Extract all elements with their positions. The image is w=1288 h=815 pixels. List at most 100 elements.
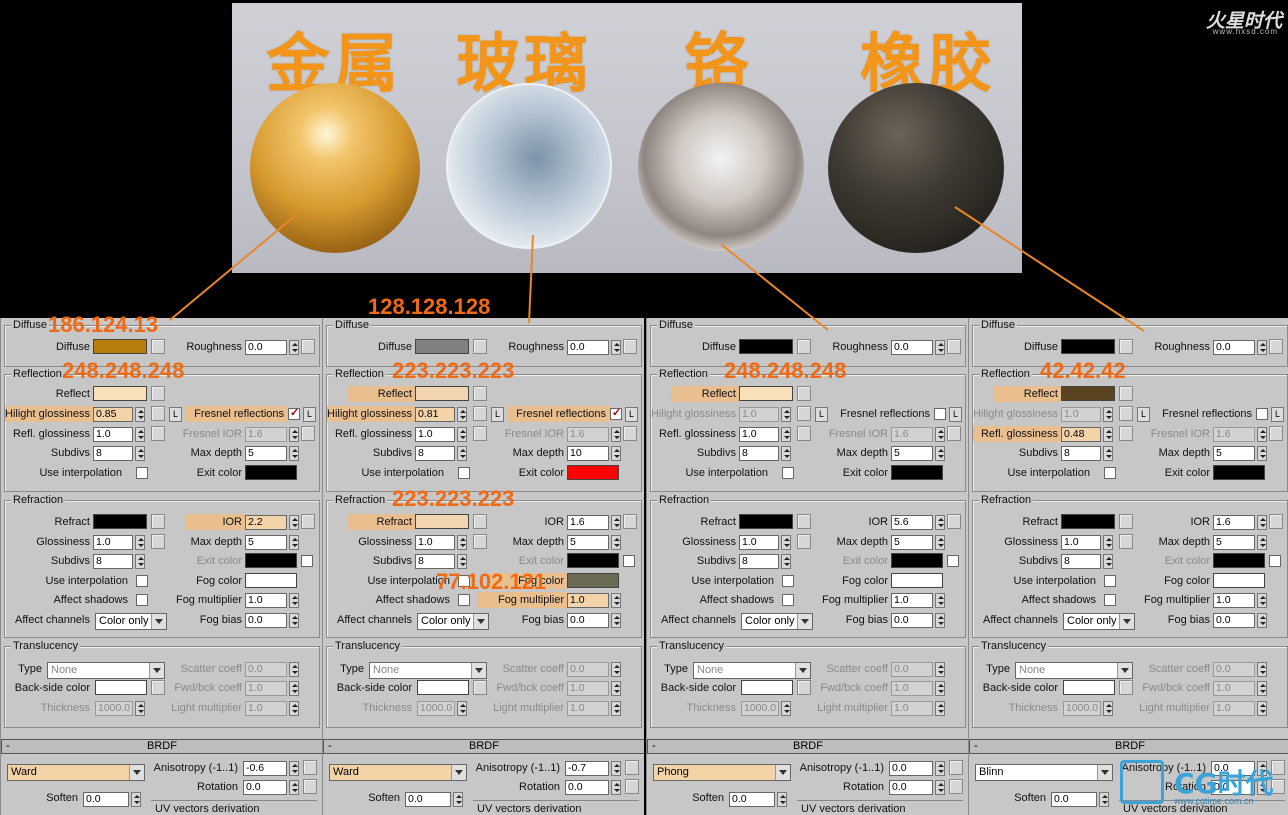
scatter-coeff-input-spinner-arrows[interactable]: [935, 662, 945, 677]
fog-bias-input-spinner-arrows[interactable]: [935, 613, 945, 628]
light-multiplier-input[interactable]: 1.0: [567, 701, 609, 716]
refract-color-swatch[interactable]: [93, 514, 147, 529]
affect-channels-dropdown[interactable]: Color only: [417, 613, 489, 630]
affect-shadows-checkbox[interactable]: [136, 594, 148, 606]
fresnel-ior-input-spinner-arrows[interactable]: [935, 427, 945, 442]
rotation-map-button[interactable]: [303, 779, 317, 794]
max-depth-input[interactable]: 5: [891, 446, 933, 461]
use-interpolation-checkbox[interactable]: [136, 467, 148, 479]
refr-subdivs-input[interactable]: 8: [93, 554, 133, 569]
soften-input[interactable]: 0.0: [405, 792, 451, 807]
refl-glossiness-input-spinner-arrows[interactable]: [1103, 427, 1113, 442]
roughness-map-button[interactable]: [301, 339, 315, 354]
reflect-map-button[interactable]: [151, 386, 165, 401]
light-multiplier-input[interactable]: 1.0: [245, 701, 287, 716]
rotation-input-spinner-arrows[interactable]: [611, 780, 621, 795]
fresnel-ior-input[interactable]: 1.6: [1213, 427, 1255, 442]
backside-color-swatch[interactable]: [417, 680, 469, 695]
refract-map-button[interactable]: [1119, 514, 1133, 529]
backside-color-swatch[interactable]: [741, 680, 793, 695]
anisotropy-map-button[interactable]: [949, 760, 963, 775]
ior-map-button[interactable]: [301, 514, 315, 529]
refract-color-swatch[interactable]: [739, 514, 793, 529]
refr-subdivs-input-spinner-arrows[interactable]: [457, 554, 467, 569]
fog-bias-input[interactable]: 0.0: [567, 613, 609, 628]
chevron-down-icon[interactable]: [149, 663, 164, 678]
diffuse-color-swatch[interactable]: [1061, 339, 1115, 354]
rotation-input[interactable]: 0.0: [565, 780, 609, 795]
refl-glossiness-input[interactable]: 1.0: [415, 427, 455, 442]
fog-color-swatch[interactable]: [1213, 573, 1265, 588]
translucency-type-dropdown[interactable]: None: [693, 662, 811, 679]
light-multiplier-input[interactable]: 1.0: [1213, 701, 1255, 716]
hilight-glossiness-input-spinner-arrows[interactable]: [135, 407, 145, 422]
hilight-glossiness-input[interactable]: 0.85: [93, 407, 133, 422]
fresnel-ior-input[interactable]: 1.6: [891, 427, 933, 442]
thickness-input[interactable]: 1000.0: [95, 701, 133, 716]
anisotropy-map-button[interactable]: [303, 760, 317, 775]
fog-multiplier-input[interactable]: 1.0: [1213, 593, 1255, 608]
fwd-bck-coeff-input[interactable]: 1.0: [567, 681, 609, 696]
fog-multiplier-input[interactable]: 1.0: [567, 593, 609, 608]
translucency-type-dropdown[interactable]: None: [369, 662, 487, 679]
glossiness-input[interactable]: 1.0: [415, 535, 455, 550]
glossiness-input[interactable]: 1.0: [93, 535, 133, 550]
rotation-map-button[interactable]: [949, 779, 963, 794]
scatter-coeff-input-spinner-arrows[interactable]: [611, 662, 621, 677]
roughness-map-button[interactable]: [623, 339, 637, 354]
thickness-input-spinner-arrows[interactable]: [135, 701, 145, 716]
max-depth-input-spinner-arrows[interactable]: [935, 446, 945, 461]
hilight-lock-button[interactable]: L: [1137, 407, 1150, 422]
glossiness-input-spinner-arrows[interactable]: [781, 535, 791, 550]
hilight-lock-button[interactable]: L: [169, 407, 182, 422]
roughness-input-spinner-arrows[interactable]: [935, 340, 945, 355]
refl-glossiness-map-button[interactable]: [797, 426, 811, 441]
reflect-map-button[interactable]: [473, 386, 487, 401]
chevron-down-icon[interactable]: [797, 614, 812, 629]
fog-bias-input[interactable]: 0.0: [891, 613, 933, 628]
fresnel-lock-button[interactable]: L: [949, 407, 962, 422]
fresnel-checkbox[interactable]: [288, 406, 300, 420]
affect-shadows-checkbox[interactable]: [782, 594, 794, 606]
refl-glossiness-input-spinner-arrows[interactable]: [781, 427, 791, 442]
fresnel-ior-input[interactable]: 1.6: [567, 427, 609, 442]
fresnel-ior-map-button[interactable]: [1269, 426, 1283, 441]
translucency-type-dropdown[interactable]: None: [47, 662, 165, 679]
fog-multiplier-input-spinner-arrows[interactable]: [611, 593, 621, 608]
refl-glossiness-map-button[interactable]: [473, 426, 487, 441]
anisotropy-input[interactable]: -0.7: [565, 761, 609, 776]
roughness-input-spinner-arrows[interactable]: [1257, 340, 1267, 355]
rotation-input-spinner-arrows[interactable]: [289, 780, 299, 795]
rotation-input[interactable]: 0.0: [243, 780, 287, 795]
soften-input-spinner-arrows[interactable]: [453, 792, 463, 807]
light-multiplier-input-spinner-arrows[interactable]: [935, 701, 945, 716]
use-interpolation-checkbox[interactable]: [458, 467, 470, 479]
refr-subdivs-input[interactable]: 8: [415, 554, 455, 569]
fresnel-ior-input-spinner-arrows[interactable]: [1257, 427, 1267, 442]
fog-multiplier-input-spinner-arrows[interactable]: [289, 593, 299, 608]
fresnel-lock-button[interactable]: L: [625, 407, 638, 422]
reflect-color-swatch[interactable]: [93, 386, 147, 401]
hilight-glossiness-input[interactable]: 1.0: [739, 407, 779, 422]
rotation-input[interactable]: 0.0: [889, 780, 933, 795]
fwd-bck-coeff-input-spinner-arrows[interactable]: [935, 681, 945, 696]
brdf-rollout-header[interactable]: - BRDF: [323, 739, 644, 754]
refl-glossiness-input[interactable]: 1.0: [93, 427, 133, 442]
light-multiplier-input-spinner-arrows[interactable]: [289, 701, 299, 716]
refr-use-interpolation-checkbox[interactable]: [136, 575, 148, 587]
light-multiplier-input-spinner-arrows[interactable]: [1257, 701, 1267, 716]
anisotropy-input[interactable]: -0.6: [243, 761, 287, 776]
glossiness-input[interactable]: 1.0: [739, 535, 779, 550]
glossiness-map-button[interactable]: [473, 534, 487, 549]
diffuse-color-swatch[interactable]: [415, 339, 469, 354]
light-multiplier-input[interactable]: 1.0: [891, 701, 933, 716]
ior-map-button[interactable]: [1269, 514, 1283, 529]
max-depth-input[interactable]: 5: [245, 446, 287, 461]
affect-channels-dropdown[interactable]: Color only: [741, 613, 813, 630]
soften-input-spinner-arrows[interactable]: [777, 792, 787, 807]
rotation-input-spinner-arrows[interactable]: [935, 780, 945, 795]
glossiness-input-spinner-arrows[interactable]: [135, 535, 145, 550]
fresnel-checkbox[interactable]: [1256, 408, 1268, 420]
reflect-color-swatch[interactable]: [1061, 386, 1115, 401]
fog-multiplier-input-spinner-arrows[interactable]: [935, 593, 945, 608]
